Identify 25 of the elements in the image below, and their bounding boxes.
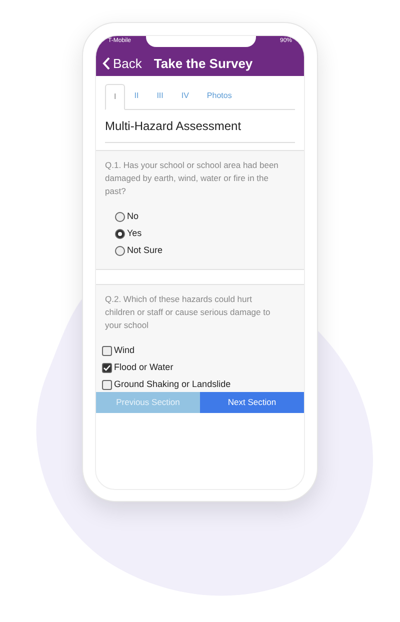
- section-title: Multi-Hazard Assessment: [105, 110, 295, 143]
- checkbox[interactable]: [102, 362, 112, 372]
- question-text: Q.2. Which of these hazards could hurt children or staff or cause serious damage to your school: [105, 293, 272, 332]
- tab[interactable]: IV: [172, 83, 198, 109]
- radio-button[interactable]: [115, 228, 125, 238]
- tab[interactable]: II: [125, 83, 148, 109]
- next-button[interactable]: Next Section: [200, 392, 304, 413]
- checkbox[interactable]: [102, 380, 112, 390]
- chevron-left-icon: [102, 57, 110, 70]
- option-label: Flood or Water: [114, 360, 174, 374]
- back-button[interactable]: Back: [102, 54, 142, 74]
- option-label: Wind: [114, 344, 135, 357]
- option-label: No: [127, 210, 139, 223]
- radio-button[interactable]: [115, 246, 125, 256]
- radio-button[interactable]: [115, 212, 125, 222]
- screen-title: Take the Survey: [154, 55, 253, 73]
- option-label: Yes: [127, 226, 142, 240]
- tab[interactable]: I: [105, 84, 126, 110]
- checkbox[interactable]: [102, 346, 112, 356]
- tab[interactable]: Photos: [198, 83, 241, 109]
- tab[interactable]: III: [148, 83, 172, 109]
- previous-button[interactable]: Previous Section: [96, 392, 200, 413]
- option-label: Ground Shaking or Landslide: [114, 378, 231, 391]
- question-text: Q.1. Has your school or school area had been damaged by earth, wind, water or fire in the past?: [105, 159, 280, 198]
- option-label: Not Sure: [127, 244, 163, 257]
